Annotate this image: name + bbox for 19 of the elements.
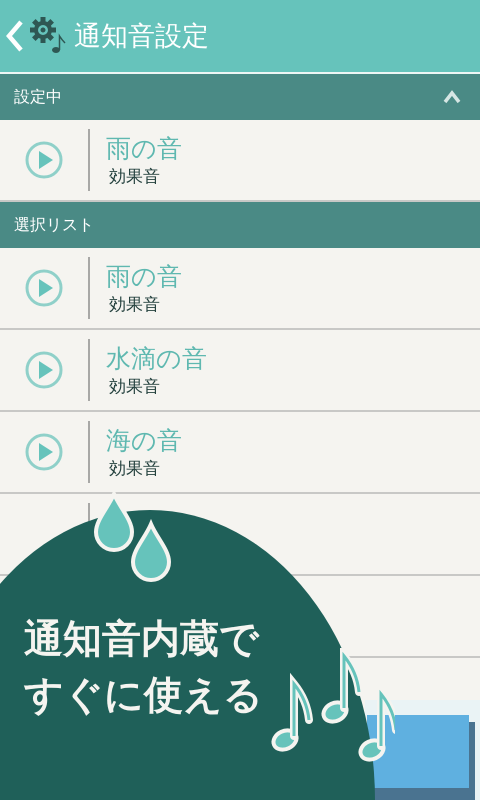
- play-icon[interactable]: [24, 268, 64, 308]
- sound-title[interactable]: 海の音: [106, 424, 182, 456]
- promo-headline: 通知音内蔵で: [24, 616, 260, 664]
- sound-category: 効果音: [109, 166, 161, 188]
- play-icon[interactable]: [24, 432, 64, 472]
- section-header: 設定中: [14, 86, 62, 108]
- screen-title: 通知音設定: [74, 20, 209, 54]
- promo-headline: すぐに使える: [24, 672, 263, 720]
- collapse-icon[interactable]: [442, 90, 462, 104]
- sound-category: 効果音: [109, 458, 161, 480]
- sound-category: 効果音: [109, 376, 161, 398]
- sound-title[interactable]: 水滴の音: [106, 342, 207, 374]
- play-icon[interactable]: [24, 350, 64, 390]
- sound-title[interactable]: 雨の音: [106, 260, 182, 292]
- sound-title[interactable]: 雨の音: [106, 132, 182, 164]
- sound-category: 効果音: [109, 294, 161, 316]
- play-icon[interactable]: [24, 140, 64, 180]
- gear-note-icon: [28, 16, 68, 56]
- section-header: 選択リスト: [14, 214, 94, 236]
